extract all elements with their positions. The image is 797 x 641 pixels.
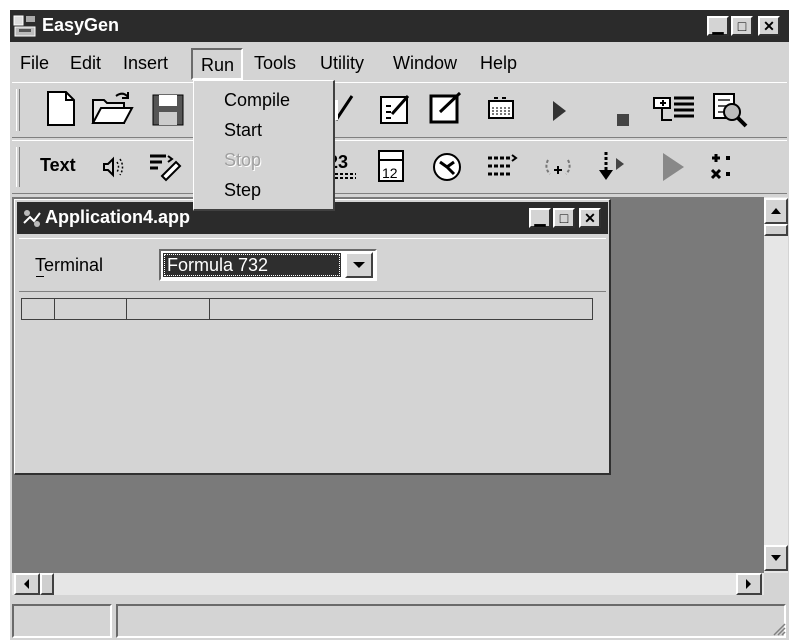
toolbar-grip[interactable] <box>16 89 20 131</box>
vertical-scrollbar[interactable] <box>764 197 788 573</box>
minimize-button[interactable]: ▁ <box>707 16 729 36</box>
run-arrow-icon[interactable] <box>660 150 686 184</box>
main-title-bar: EasyGen ▁ □ ✕ <box>10 10 789 42</box>
run-menu-stop: Stop <box>224 150 262 170</box>
choice-list-icon[interactable] <box>486 150 518 182</box>
scroll-down-button[interactable] <box>764 545 788 571</box>
grid-header <box>21 298 593 320</box>
triangle-left-icon <box>24 579 29 589</box>
menu-insert[interactable]: Insert <box>123 48 168 78</box>
close-button[interactable]: ✕ <box>758 16 780 36</box>
run-menu-step[interactable]: Step <box>194 175 334 205</box>
terminal-dropdown[interactable]: Formula 732 <box>159 249 377 281</box>
find-icon[interactable] <box>708 90 750 130</box>
child-window-title: Application4.app <box>45 207 191 227</box>
play-icon[interactable] <box>550 98 568 124</box>
clock-icon[interactable] <box>430 150 464 184</box>
edit-check-icon[interactable] <box>334 90 354 126</box>
triangle-right-icon <box>746 579 751 589</box>
run-menu-compile[interactable]: Compile <box>194 85 334 115</box>
scroll-left-button[interactable] <box>14 573 40 595</box>
menu-run[interactable]: Run <box>191 48 243 80</box>
image-icon[interactable] <box>486 96 516 122</box>
child-minimize-button[interactable]: ▁ <box>529 208 551 228</box>
menu-run-label: Run <box>201 55 235 75</box>
status-panel-1 <box>12 604 112 638</box>
grid-header-cell[interactable] <box>22 299 55 319</box>
menu-utility[interactable]: Utility <box>320 48 364 78</box>
svg-text:12: 12 <box>382 165 398 181</box>
terminal-label: Terminal <box>35 255 103 276</box>
child-maximize-button[interactable]: □ <box>553 208 575 228</box>
terminal-panel: Terminal Formula 732 <box>19 238 606 292</box>
text-tool-button[interactable]: Text <box>40 155 76 176</box>
vertical-scroll-thumb[interactable] <box>764 224 788 236</box>
loop-icon[interactable] <box>542 154 574 180</box>
menu-help[interactable]: Help <box>480 48 517 78</box>
save-icon[interactable] <box>150 92 186 128</box>
speaker-icon[interactable] <box>100 154 126 180</box>
calendar-icon[interactable]: 12 <box>376 148 406 184</box>
stop-icon[interactable] <box>615 112 631 128</box>
horizontal-scroll-thumb[interactable] <box>40 573 54 595</box>
resize-grip[interactable] <box>770 620 786 636</box>
scroll-up-button[interactable] <box>764 198 788 224</box>
grid-header-cell[interactable] <box>128 299 210 319</box>
horizontal-scrollbar[interactable] <box>12 573 764 595</box>
status-panel-2 <box>116 604 786 638</box>
run-dropdown-menu: Compile Start Stop Step <box>193 80 335 211</box>
toolbar-insert-grip[interactable] <box>16 147 20 187</box>
open-folder-icon[interactable] <box>90 88 134 128</box>
scroll-corner <box>764 573 788 595</box>
maximize-button[interactable]: □ <box>731 16 753 36</box>
new-file-icon[interactable] <box>42 88 78 128</box>
terminal-label-text: Terminal <box>35 255 104 275</box>
app-title: EasyGen <box>42 15 120 35</box>
grid-header-cell[interactable] <box>56 299 127 319</box>
terminal-dropdown-button[interactable] <box>345 252 373 278</box>
menu-tools[interactable]: Tools <box>254 48 296 78</box>
child-close-button[interactable]: ✕ <box>579 208 601 228</box>
app-icon[interactable] <box>13 14 37 38</box>
run-menu-start[interactable]: Start <box>194 115 334 145</box>
scroll-right-button[interactable] <box>736 573 762 595</box>
note-edit-icon[interactable] <box>428 90 464 126</box>
triangle-down-icon <box>771 555 781 561</box>
checklist-icon[interactable] <box>378 92 412 126</box>
terminal-dropdown-value: Formula 732 <box>163 253 341 277</box>
child-window-icon[interactable] <box>21 207 43 229</box>
child-window[interactable]: Application4.app ▁ □ ✕ Terminal Formula … <box>14 199 611 475</box>
chevron-down-icon <box>353 262 365 268</box>
menu-edit[interactable]: Edit <box>70 48 101 78</box>
breakpoint-icon[interactable] <box>708 150 738 182</box>
menu-window[interactable]: Window <box>393 48 457 78</box>
triangle-up-icon <box>771 208 781 214</box>
list-edit-icon[interactable] <box>146 150 182 182</box>
menu-file[interactable]: File <box>20 48 49 78</box>
terminal-label-underline <box>36 276 44 277</box>
step-into-icon[interactable] <box>596 148 630 186</box>
insert-list-icon[interactable] <box>650 92 696 126</box>
